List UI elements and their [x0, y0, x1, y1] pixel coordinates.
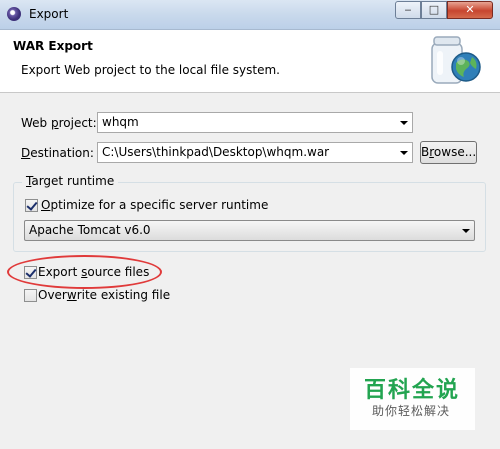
watermark-title: 百科全说: [364, 378, 461, 403]
window-title: Export: [29, 7, 69, 21]
highlight-ellipse: [7, 255, 162, 289]
destination-label: Destination:: [21, 146, 94, 160]
browse-button[interactable]: Browse...: [420, 141, 477, 164]
wizard-header: WAR Export Export Web project to the loc…: [0, 30, 500, 93]
optimize-runtime-checkbox[interactable]: [25, 199, 38, 212]
destination-value: C:\Users\thinkpad\Desktop\whqm.war: [102, 145, 330, 159]
wizard-title: WAR Export: [13, 39, 93, 53]
web-project-label: Web project:: [21, 116, 97, 130]
overwrite-label: Overwrite existing file: [38, 288, 171, 302]
close-button[interactable]: ✕: [447, 1, 493, 19]
wizard-description: Export Web project to the local file sys…: [21, 63, 280, 77]
chevron-down-icon[interactable]: [400, 151, 408, 155]
eclipse-app-icon: [7, 7, 21, 21]
export-dialog: Export ‒ □ ✕ WAR Export Export Web proje…: [0, 0, 500, 449]
optimize-runtime-label: Optimize for a specific server runtime: [41, 198, 269, 212]
chevron-down-icon[interactable]: [462, 229, 470, 233]
maximize-button[interactable]: □: [421, 1, 447, 19]
target-runtime-group: [13, 182, 486, 252]
web-project-combo[interactable]: whqm: [97, 112, 413, 133]
overwrite-checkbox[interactable]: [24, 289, 37, 302]
destination-combo[interactable]: C:\Users\thinkpad\Desktop\whqm.war: [97, 142, 413, 163]
watermark: 百科全说 助你轻松解决: [350, 368, 475, 430]
jar-globe-icon: [431, 36, 481, 84]
watermark-subtitle: 助你轻松解决: [372, 404, 451, 418]
chevron-down-icon[interactable]: [400, 121, 408, 125]
web-project-value: whqm: [102, 115, 139, 129]
server-runtime-value: Apache Tomcat v6.0: [29, 223, 151, 237]
minimize-button[interactable]: ‒: [395, 1, 421, 19]
server-runtime-select[interactable]: Apache Tomcat v6.0: [24, 220, 475, 241]
target-runtime-title: Target runtime: [22, 174, 119, 188]
title-bar[interactable]: Export ‒ □ ✕: [0, 0, 500, 30]
